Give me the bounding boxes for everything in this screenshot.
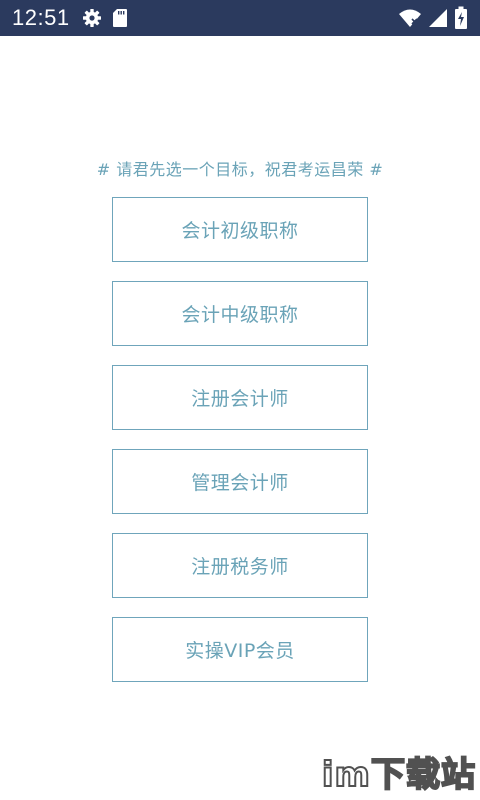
goal-options-list: 会计初级职称 会计中级职称 注册会计师 管理会计师 注册税务师 实操VIP会员 <box>112 197 368 701</box>
option-vip-member[interactable]: 实操VIP会员 <box>112 617 368 682</box>
battery-icon <box>454 6 468 30</box>
goal-prompt: # 请君先选一个目标，祝君考运昌荣 # <box>96 160 384 179</box>
signal-icon <box>428 8 448 28</box>
sd-card-icon <box>112 8 128 28</box>
watermark-logo: im下载站 <box>321 754 476 796</box>
option-intermediate-accounting[interactable]: 会计中级职称 <box>112 281 368 346</box>
status-bar: 12:51 <box>0 0 480 36</box>
option-tax-agent[interactable]: 注册税务师 <box>112 533 368 598</box>
option-management-accountant[interactable]: 管理会计师 <box>112 449 368 514</box>
option-junior-accounting[interactable]: 会计初级职称 <box>112 197 368 262</box>
gear-icon <box>82 8 102 28</box>
status-time: 12:51 <box>12 5 70 30</box>
option-cpa[interactable]: 注册会计师 <box>112 365 368 430</box>
wifi-icon <box>398 8 422 28</box>
